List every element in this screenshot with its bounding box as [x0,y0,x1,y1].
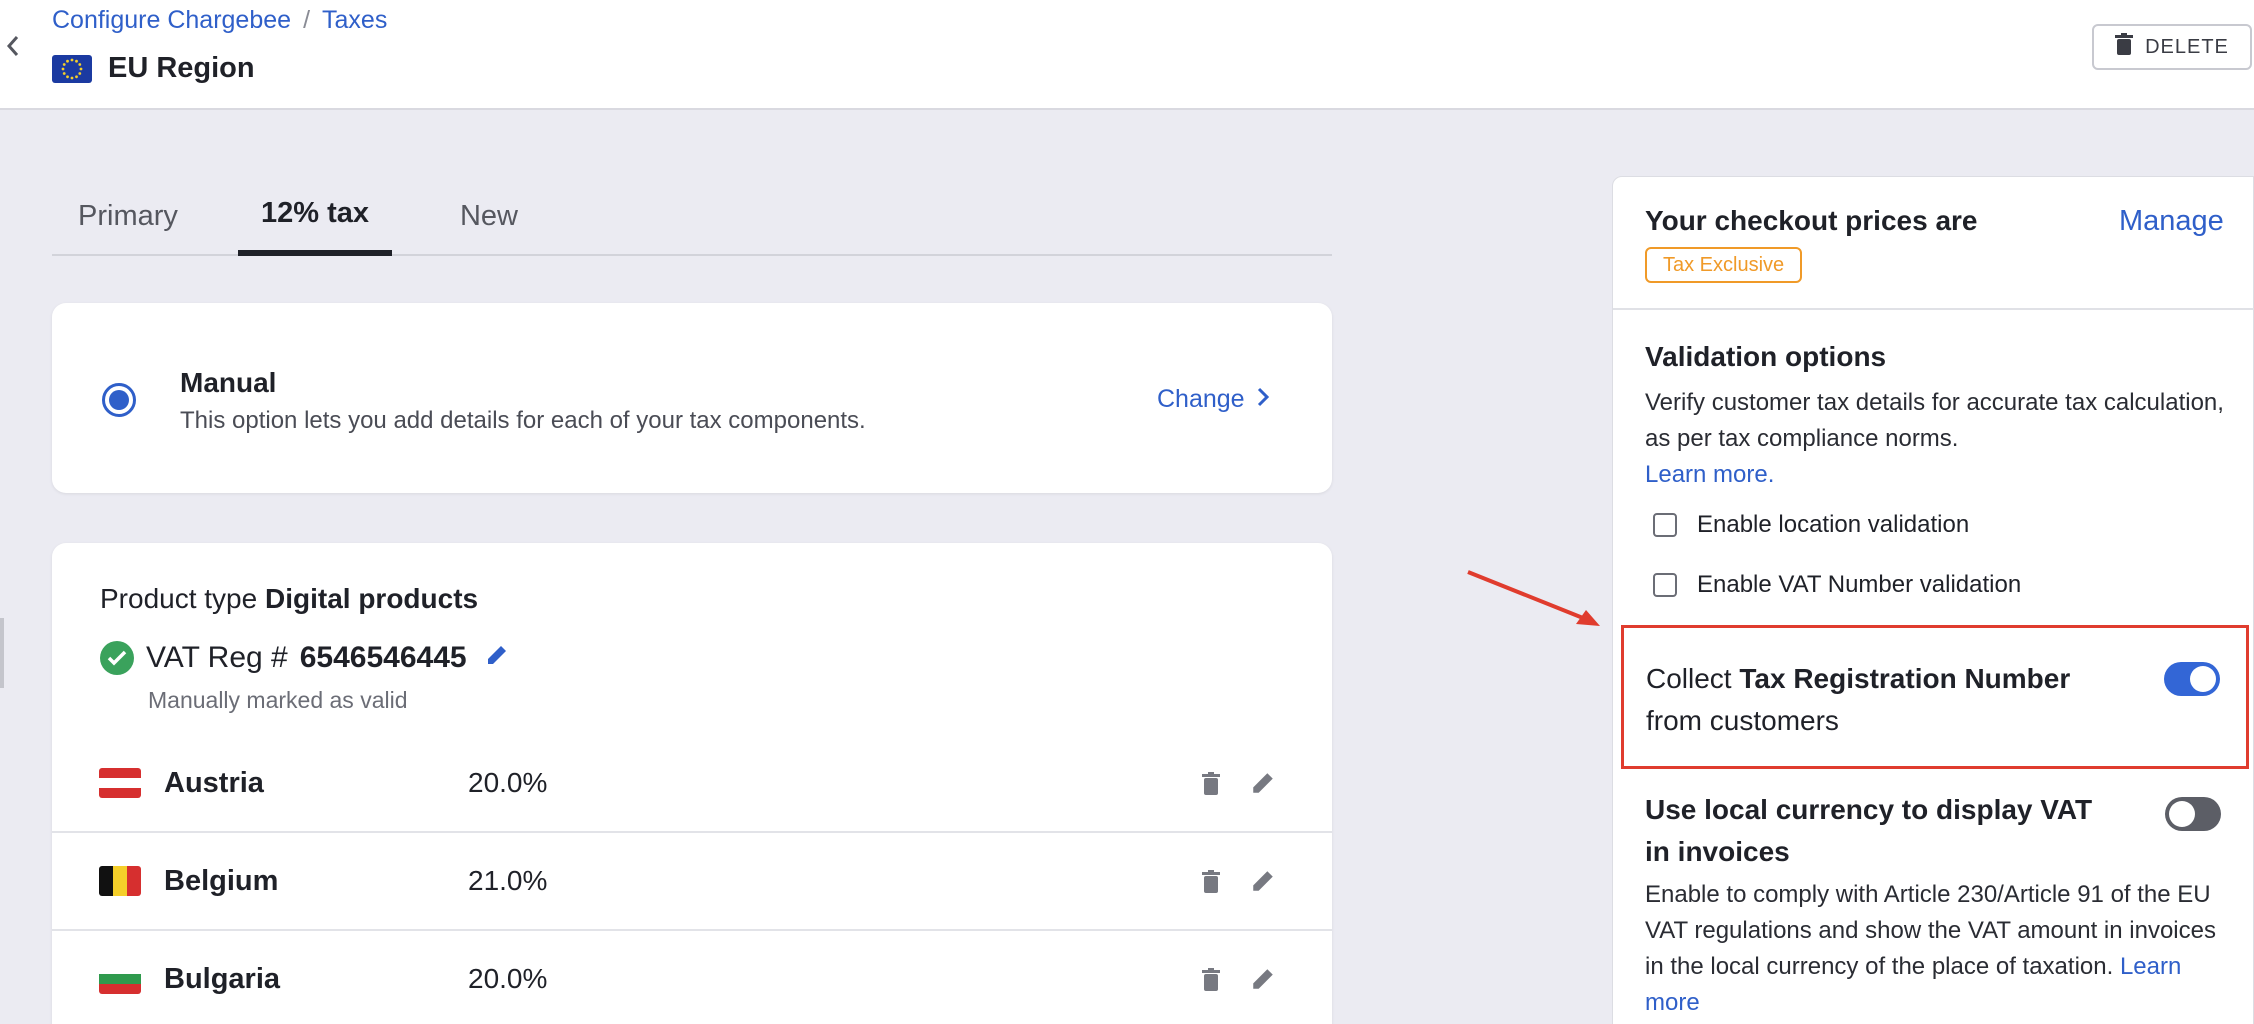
manual-config-card: Manual This option lets you add details … [52,303,1332,493]
chevron-right-icon [1257,385,1269,414]
manual-title: Manual [180,367,277,398]
collect-trn-highlight: Collect Tax Registration Number from cus… [1621,625,2249,769]
local-currency-toggle[interactable] [2165,797,2221,831]
breadcrumb-separator: / [303,6,311,34]
collect-prefix: Collect [1646,663,1732,694]
toggle-knob [2190,666,2216,692]
change-link[interactable]: Change [1157,385,1269,414]
page-title: EU Region [108,52,255,84]
eu-flag-icon [52,54,92,83]
country-row-austria: Austria 20.0% [52,735,1332,833]
learn-more-link[interactable]: Learn more. [1645,461,1774,488]
location-validation-checkbox[interactable] [1653,513,1677,537]
vat-status-note: Manually marked as valid [148,687,408,713]
local-currency-description: Enable to comply with Article 230/Articl… [1645,877,2235,1021]
vat-number-validation-option: Enable VAT Number validation [1653,571,2021,599]
vat-number: 6546546445 [299,641,467,674]
delete-label: DELETE [2145,35,2229,58]
validation-options-title: Validation options [1645,341,1887,372]
toggle-knob [2169,801,2195,827]
pencil-icon[interactable] [1248,768,1278,798]
tax-exclusive-badge: Tax Exclusive [1645,247,1803,283]
tax-settings-panel: Your checkout prices are Manage Tax Excl… [1612,176,2254,1024]
country-rate: 20.0% [468,767,548,798]
bulgaria-flag-icon [99,964,141,994]
divider [1613,308,2254,310]
location-validation-option: Enable location validation [1653,511,1969,539]
validation-description: Verify customer tax details for accurate… [1645,385,2225,493]
country-rate: 20.0% [468,963,548,994]
check-circle-icon [100,641,134,675]
collect-trn-text: Collect Tax Registration Number from cus… [1646,658,2116,742]
country-name: Belgium [164,864,279,897]
collect-bold: Tax Registration Number [1739,663,2071,694]
breadcrumb-taxes[interactable]: Taxes [322,6,387,35]
country-rate: 21.0% [468,865,548,896]
location-validation-label: Enable location validation [1697,511,1970,538]
local-currency-title: Use local currency to display VAT in inv… [1645,794,2093,867]
product-type-value: Digital products [264,583,479,614]
radio-dot [109,390,129,410]
vat-prefix: VAT Reg # [146,641,288,674]
manual-radio[interactable] [102,383,136,417]
change-label: Change [1157,385,1245,413]
manual-description: This option lets you add details for eac… [180,407,866,434]
breadcrumb: Configure Chargebee / Taxes [52,6,387,35]
collect-trn-toggle[interactable] [2164,662,2220,696]
trash-icon[interactable] [1196,768,1226,798]
tax-tabs: Primary 12% tax New [52,176,1332,256]
trash-icon[interactable] [1196,866,1226,896]
pencil-icon[interactable] [1248,964,1278,994]
page-title-row: EU Region [52,52,255,85]
trash-icon[interactable] [1196,964,1226,994]
vat-number-validation-label: Enable VAT Number validation [1697,571,2022,598]
vat-number-validation-checkbox[interactable] [1653,573,1677,597]
back-icon[interactable] [2,28,24,64]
annotation-arrow-icon [1467,570,1600,626]
country-row-belgium: Belgium 21.0% [52,833,1332,931]
checkout-prices-title: Your checkout prices are [1645,205,1978,236]
country-name: Bulgaria [164,962,281,995]
belgium-flag-icon [99,866,141,896]
tab-12-percent-tax[interactable]: 12% tax [238,176,392,256]
product-type-prefix: Product type [100,583,258,614]
breadcrumb-configure-chargebee[interactable]: Configure Chargebee [52,6,291,35]
top-bar: Configure Chargebee / Taxes EU Region DE… [0,0,2254,110]
delete-button[interactable]: DELETE [2092,24,2252,70]
vat-reg-row: VAT Reg # 6546546445 [100,641,509,675]
country-row-bulgaria: Bulgaria 20.0% [52,931,1332,1024]
product-type-heading: Product type Digital products [100,583,478,615]
collect-suffix: from customers [1646,705,1839,736]
tab-new[interactable]: New [422,176,556,256]
tab-primary[interactable]: Primary [52,176,204,256]
pencil-icon[interactable] [485,641,509,675]
country-name: Austria [164,766,264,799]
austria-flag-icon [99,768,141,798]
manage-link[interactable]: Manage [2119,205,2224,238]
validation-desc-text: Verify customer tax details for accurate… [1645,389,2224,452]
trash-icon [2115,33,2134,61]
pencil-icon[interactable] [1248,866,1278,896]
product-type-card: Product type Digital products VAT Reg # … [52,543,1332,1024]
side-handle[interactable] [0,618,4,688]
